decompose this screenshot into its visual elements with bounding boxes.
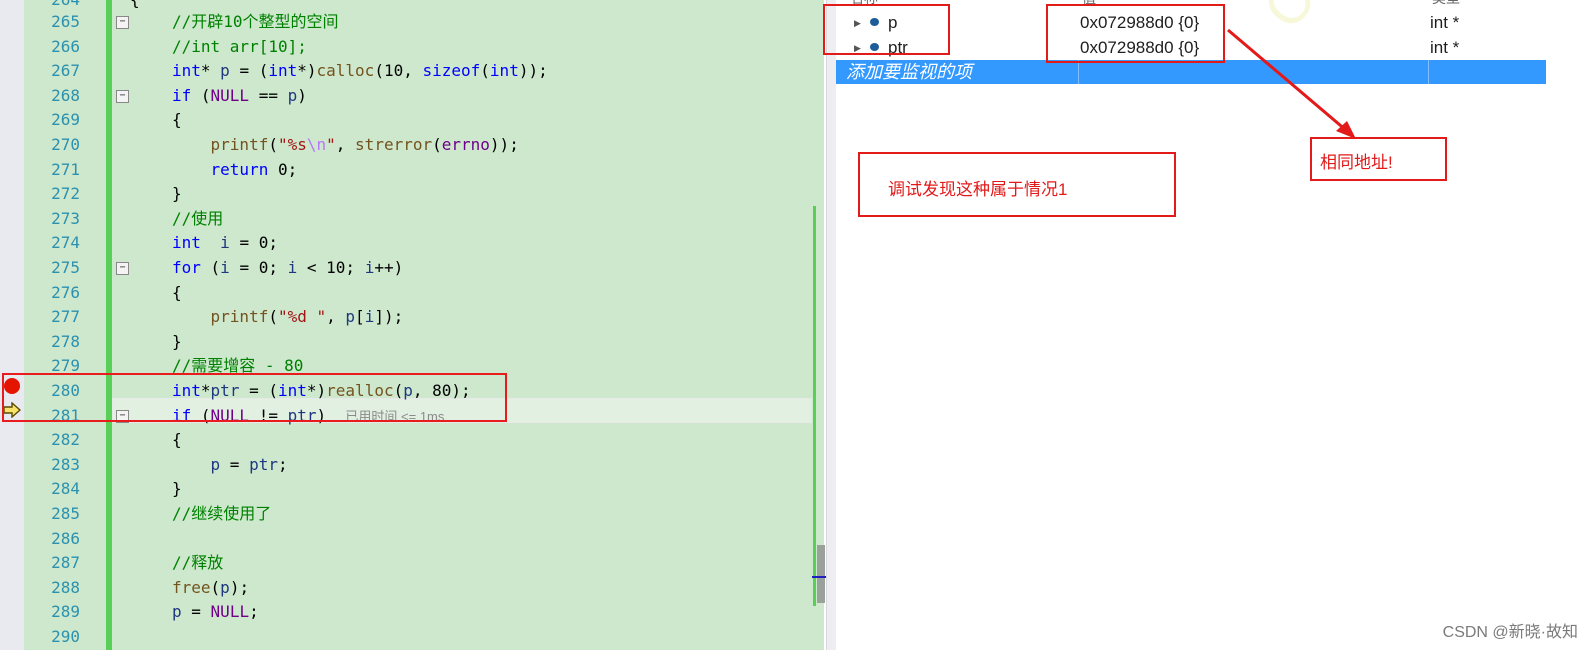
code-line[interactable]: 272}	[0, 182, 800, 207]
line-number: 267	[51, 61, 80, 81]
line-number: 289	[51, 602, 80, 622]
code-text[interactable]: //使用	[172, 207, 223, 232]
line-number: 276	[51, 282, 80, 302]
line-number: 268	[51, 85, 80, 105]
code-line[interactable]: 275 − for (i = 0; i < 10; i++)	[0, 256, 800, 281]
code-line[interactable]: 289 p = NULL;	[0, 600, 800, 625]
fold-toggle-icon[interactable]: −	[116, 262, 129, 275]
code-line[interactable]: 286	[0, 527, 800, 552]
code-text[interactable]: int* p = (int*)calloc(10, sizeof(int));	[172, 59, 548, 84]
code-text[interactable]: return 0;	[172, 158, 298, 183]
code-line[interactable]: 265 − //开辟10个整型的空间	[0, 10, 800, 35]
watch-window[interactable]: 名称 值 类型 ▶ p 0x072988d0 {0} int * ▶ ptr 0…	[836, 0, 1592, 650]
code-text[interactable]: int i = 0;	[172, 231, 278, 256]
same-address-box: 相同地址!	[1310, 137, 1447, 181]
line-number: 266	[51, 36, 80, 56]
code-line[interactable]: 276 {	[0, 281, 800, 306]
code-line[interactable]: 270 printf("%s\n", strerror(errno));	[0, 133, 800, 158]
code-text[interactable]: for (i = 0; i < 10; i++)	[172, 256, 403, 281]
code-line[interactable]: 284}	[0, 477, 800, 502]
line-number: 275	[51, 258, 80, 277]
code-line[interactable]: 267 int* p = (int*)calloc(10, sizeof(int)…	[0, 59, 800, 84]
line-number: 272	[51, 184, 80, 204]
watch-type: int *	[1430, 38, 1460, 57]
line-number: 283	[51, 454, 80, 474]
scrollbar-caret-marker	[812, 576, 826, 578]
add-watch-label[interactable]: 添加要监视的项	[836, 62, 972, 82]
highlight-box-realloc	[2, 373, 507, 422]
code-text[interactable]: printf("%d ", p[i]);	[172, 305, 404, 330]
code-line[interactable]: 283 p = ptr;	[0, 453, 800, 478]
line-number: 277	[51, 307, 80, 327]
column-separator	[1428, 60, 1429, 84]
code-text[interactable]: }	[172, 330, 182, 355]
code-line[interactable]: 269 {	[0, 108, 800, 133]
code-line[interactable]: 274 int i = 0;	[0, 231, 800, 256]
line-number: 270	[51, 135, 80, 154]
code-text[interactable]: if (NULL == p)	[172, 84, 307, 109]
line-number: 290	[51, 627, 80, 646]
highlight-box-values	[1046, 4, 1225, 63]
code-line[interactable]: 273 //使用	[0, 207, 800, 232]
code-text[interactable]: //开辟10个整型的空间	[172, 10, 339, 35]
line-number: 287	[51, 553, 80, 573]
watch-header-type: 类型	[1432, 0, 1460, 8]
code-text[interactable]: {	[172, 428, 182, 453]
code-text[interactable]: {	[172, 281, 182, 306]
code-text[interactable]: //继续使用了	[172, 502, 271, 527]
debug-note-box: 调试发现这种属于情况1	[858, 152, 1176, 217]
highlight-box-names	[823, 4, 950, 55]
line-number: 278	[51, 331, 80, 351]
vertical-scrollbar-thumb[interactable]	[817, 545, 825, 603]
watch-type: int *	[1430, 13, 1460, 32]
line-number: 273	[51, 208, 80, 228]
code-editor[interactable]: 264{265−//开辟10个整型的空间266//int arr[10];267…	[0, 0, 826, 650]
add-watch-item-row[interactable]: 添加要监视的项	[836, 60, 1546, 84]
code-line[interactable]: 285 //继续使用了	[0, 502, 800, 527]
code-text[interactable]: }	[172, 477, 182, 502]
line-number: 265	[51, 12, 80, 31]
code-text[interactable]: p = NULL;	[172, 600, 259, 625]
code-text[interactable]: //int arr[10];	[172, 35, 307, 60]
code-line[interactable]: 278}	[0, 330, 800, 355]
code-text[interactable]: p = ptr;	[172, 453, 288, 478]
line-number: 288	[51, 577, 80, 597]
line-number: 274	[51, 233, 80, 253]
code-line[interactable]: 287 //释放	[0, 551, 800, 576]
debug-note: 调试发现这种属于情况1	[888, 180, 1068, 199]
code-text[interactable]: //释放	[172, 551, 223, 576]
line-number: 271	[51, 159, 80, 179]
line-number: 269	[51, 110, 80, 130]
same-address-note: 相同地址!	[1320, 153, 1393, 172]
code-line[interactable]: 271 return 0;	[0, 158, 800, 183]
credit-footer: CSDN @新晓·故知	[1442, 624, 1578, 641]
scrollbar-change-marks	[813, 206, 816, 606]
code-line[interactable]: 282 {	[0, 428, 800, 453]
line-number: 282	[51, 430, 80, 450]
fold-toggle-icon[interactable]: −	[116, 16, 129, 29]
code-line[interactable]: 268 − if (NULL == p)	[0, 84, 800, 109]
code-text[interactable]: printf("%s\n", strerror(errno));	[172, 133, 519, 158]
code-line[interactable]: 288 free(p);	[0, 576, 800, 601]
code-text[interactable]: }	[172, 182, 182, 207]
code-line[interactable]: 266 //int arr[10];	[0, 35, 800, 60]
fold-toggle-icon[interactable]: −	[116, 89, 129, 103]
code-text[interactable]: free(p);	[172, 576, 249, 601]
line-number: 286	[51, 528, 80, 548]
code-line[interactable]: 277 printf("%d ", p[i]);	[0, 305, 800, 330]
code-line[interactable]: 290	[0, 625, 800, 650]
line-number: 284	[51, 479, 80, 499]
line-number: 285	[51, 504, 80, 523]
code-text[interactable]: {	[172, 108, 182, 133]
column-separator	[1078, 60, 1079, 84]
